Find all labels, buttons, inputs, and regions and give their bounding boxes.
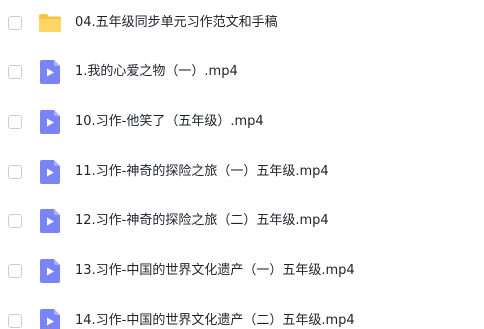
file-name: 14.习作-中国的世界文化遗产（二）五年级.mp4: [75, 313, 355, 328]
list-item-video[interactable]: 14.习作-中国的世界文化遗产（二）五年级.mp4: [0, 301, 484, 329]
file-name: 10.习作-他笑了（五年级）.mp4: [75, 114, 264, 129]
list-item-video[interactable]: 12.习作-神奇的探险之旅（二）五年级.mp4: [0, 201, 484, 241]
video-file-icon: [38, 60, 62, 84]
file-name: 04.五年级同步单元习作范文和手稿: [75, 15, 278, 30]
folder-icon: [38, 11, 62, 35]
row-checkbox[interactable]: [8, 16, 22, 30]
row-checkbox[interactable]: [8, 65, 22, 79]
video-file-icon: [38, 309, 62, 329]
list-item-video[interactable]: 1.我的心爱之物（一）.mp4: [0, 52, 484, 92]
row-checkbox[interactable]: [8, 264, 22, 278]
video-file-icon: [38, 110, 62, 134]
list-item-video[interactable]: 11.习作-神奇的探险之旅（一）五年级.mp4: [0, 152, 484, 192]
file-name: 1.我的心爱之物（一）.mp4: [75, 64, 238, 79]
list-item-video[interactable]: 10.习作-他笑了（五年级）.mp4: [0, 102, 484, 142]
video-file-icon: [38, 259, 62, 283]
file-name: 12.习作-神奇的探险之旅（二）五年级.mp4: [75, 213, 329, 228]
file-list: 04.五年级同步单元习作范文和手稿 1.我的心爱之物（一）.mp4 10.习作-…: [0, 0, 484, 329]
file-name: 13.习作-中国的世界文化遗产（一）五年级.mp4: [75, 263, 355, 278]
list-item-folder[interactable]: 04.五年级同步单元习作范文和手稿: [0, 3, 484, 43]
list-item-video[interactable]: 13.习作-中国的世界文化遗产（一）五年级.mp4: [0, 251, 484, 291]
row-checkbox[interactable]: [8, 214, 22, 228]
video-file-icon: [38, 209, 62, 233]
row-checkbox[interactable]: [8, 115, 22, 129]
row-checkbox[interactable]: [8, 165, 22, 179]
row-checkbox[interactable]: [8, 314, 22, 328]
video-file-icon: [38, 160, 62, 184]
file-name: 11.习作-神奇的探险之旅（一）五年级.mp4: [75, 164, 329, 179]
